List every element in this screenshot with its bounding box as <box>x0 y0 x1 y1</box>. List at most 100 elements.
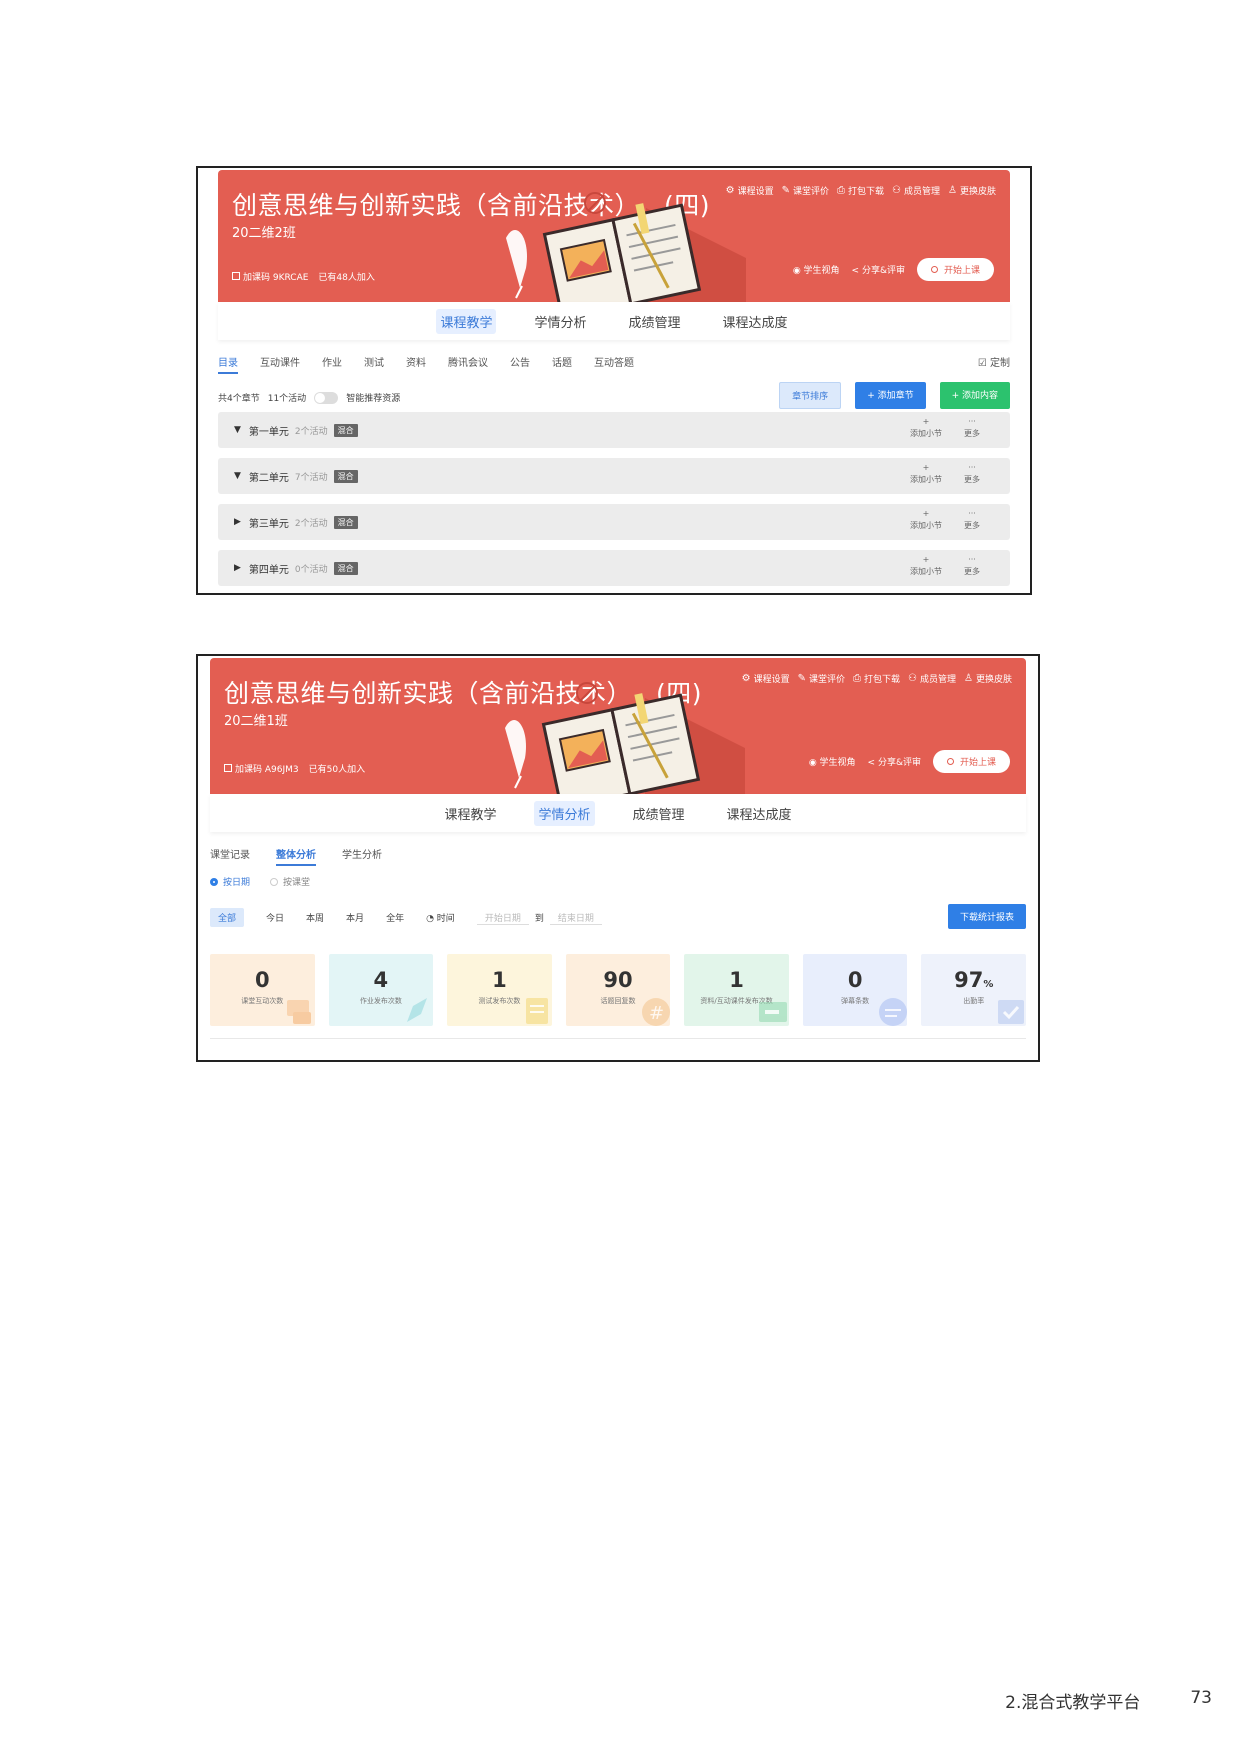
stat-card-materials[interactable]: 1 资料/互动课件发布次数 <box>684 954 789 1026</box>
menu-member-management[interactable]: ⚇ 成员管理 <box>908 672 956 685</box>
interaction-icon <box>286 1000 311 1024</box>
add-chapter-button[interactable]: + 添加章节 <box>855 382 926 409</box>
download-icon: ⎙ <box>837 185 846 196</box>
subtab-announcement[interactable]: 公告 <box>510 354 530 374</box>
subtab-overall-analysis[interactable]: 整体分析 <box>276 846 316 866</box>
start-class-button[interactable]: 开始上课 <box>916 258 994 281</box>
subtab-interactive-quiz[interactable]: 互动答题 <box>594 354 634 374</box>
expand-icon[interactable]: ▼ <box>234 425 241 435</box>
date-separator: 到 <box>534 914 544 924</box>
more-button[interactable]: ··· 更多 <box>964 508 980 532</box>
tab-course-achievement[interactable]: 课程达成度 <box>719 309 792 334</box>
subtab-homework[interactable]: 作业 <box>322 354 342 374</box>
stat-card-topic-replies[interactable]: 90 话题回复数 # <box>565 954 671 1026</box>
subtab-tencent-meeting[interactable]: 腾讯会议 <box>448 354 488 374</box>
top-menu: ⚙ 课程设置 ✎ 课堂评价 ⎙ 打包下载 ⚇ 成员管理 ♙ 更换皮肤 <box>742 672 1012 685</box>
stat-card-attendance[interactable]: 97% 出勤率 <box>921 954 1027 1026</box>
unit-actions: + 添加小节 ··· 更多 <box>910 508 980 532</box>
filter-this-month[interactable]: 本月 <box>346 911 364 924</box>
unit-name: 第一单元 <box>248 426 289 438</box>
filter-today[interactable]: 今日 <box>266 911 284 924</box>
more-button[interactable]: ··· 更多 <box>964 416 980 440</box>
main-tabs: 课程教学 学情分析 成绩管理 课程达成度 <box>218 302 1010 340</box>
customize-button[interactable]: ☑ 定制 <box>978 354 1010 369</box>
eye-icon: ◉ <box>792 266 804 276</box>
add-section-button[interactable]: + 添加小节 <box>910 416 942 440</box>
subtab-student-analysis[interactable]: 学生分析 <box>342 846 382 866</box>
stat-card-tests[interactable]: 1 测试发布次数 <box>447 954 552 1026</box>
start-date-input[interactable]: 开始日期 <box>476 911 529 925</box>
catalog-actions: 章节排序 + 添加章节 + 添加内容 <box>779 382 1010 409</box>
download-report-button[interactable]: 下载统计报表 <box>947 904 1026 929</box>
tab-learning-analysis[interactable]: 学情分析 <box>534 800 595 826</box>
add-section-button[interactable]: + 添加小节 <box>910 554 942 578</box>
subtab-interactive-courseware[interactable]: 互动课件 <box>260 354 300 374</box>
chapter-order-button[interactable]: 章节排序 <box>779 382 842 409</box>
add-section-button[interactable]: + 添加小节 <box>910 462 942 486</box>
top-menu: ⚙ 课程设置 ✎ 课堂评价 ⎙ 打包下载 ⚇ 成员管理 ♙ 更换皮肤 <box>726 184 996 197</box>
course-banner: 创意思维与创新实践（含前沿技术） (四) 20二维2班 加课码 9KRCAE 已有… <box>218 170 1010 302</box>
menu-package-download[interactable]: ⎙ 打包下载 <box>837 184 884 197</box>
stat-card-danmaku[interactable]: 0 弹幕条数 <box>802 954 908 1026</box>
end-date-input[interactable]: 结束日期 <box>549 911 602 925</box>
stat-value: 1 <box>729 968 744 992</box>
svg-text:#: # <box>649 1003 664 1024</box>
share-icon: < <box>867 758 878 768</box>
unit-row[interactable]: ▼ 第一单元 2个活动 混合 + 添加小节 ··· 更多 <box>218 412 1010 448</box>
menu-member-management[interactable]: ⚇ 成员管理 <box>892 184 940 197</box>
smart-recommend-toggle[interactable] <box>314 391 339 404</box>
share-icon: < <box>851 266 862 276</box>
calendar-check-icon <box>998 1000 1025 1024</box>
expand-icon[interactable]: ▼ <box>234 471 241 481</box>
subtab-catalog[interactable]: 目录 <box>218 354 238 374</box>
tab-grade-management[interactable]: 成绩管理 <box>625 309 685 334</box>
tab-learning-analysis[interactable]: 学情分析 <box>530 309 590 334</box>
tab-grade-management[interactable]: 成绩管理 <box>629 801 689 826</box>
tab-course-teaching[interactable]: 课程教学 <box>440 801 500 826</box>
play-icon <box>946 758 954 765</box>
start-class-button[interactable]: 开始上课 <box>932 750 1010 773</box>
more-button[interactable]: ··· 更多 <box>964 554 980 578</box>
filter-full-year[interactable]: 全年 <box>386 911 404 924</box>
activity-count: 11个活动 <box>267 394 307 404</box>
stat-card-class-interactions[interactable]: 0 课堂互动次数 <box>210 954 315 1026</box>
subtab-test[interactable]: 测试 <box>364 354 384 374</box>
content-divider <box>210 1038 1026 1059</box>
menu-course-settings[interactable]: ⚙ 课程设置 <box>742 672 790 685</box>
subtab-materials[interactable]: 资料 <box>406 354 426 374</box>
more-icon: ··· <box>968 555 976 564</box>
menu-change-skin[interactable]: ♙ 更换皮肤 <box>948 184 996 197</box>
radio-by-date[interactable]: 按日期 <box>210 875 250 888</box>
filter-all[interactable]: 全部 <box>210 908 245 927</box>
unit-row[interactable]: ▶ 第四单元 0个活动 混合 + 添加小节 ··· 更多 <box>218 550 1010 586</box>
add-content-button[interactable]: + 添加内容 <box>939 382 1010 409</box>
stat-value: 90 <box>603 968 633 992</box>
expand-icon[interactable]: ▶ <box>234 563 241 573</box>
student-view-link[interactable]: ◉ 学生视角 <box>809 755 856 768</box>
filter-this-week[interactable]: 本周 <box>306 911 324 924</box>
menu-course-settings[interactable]: ⚙ 课程设置 <box>726 184 774 197</box>
menu-package-download[interactable]: ⎙ 打包下载 <box>853 672 900 685</box>
more-button[interactable]: ··· 更多 <box>964 462 980 486</box>
menu-change-skin[interactable]: ♙ 更换皮肤 <box>964 672 1012 685</box>
stat-card-homework[interactable]: 4 作业发布次数 <box>328 954 434 1026</box>
share-review-link[interactable]: < 分享&评审 <box>852 263 905 276</box>
share-review-link[interactable]: < 分享&评审 <box>868 755 921 768</box>
unit-badge: 混合 <box>333 423 358 437</box>
unit-row[interactable]: ▼ 第二单元 7个活动 混合 + 添加小节 ··· 更多 <box>218 458 1010 494</box>
add-section-button[interactable]: + 添加小节 <box>910 508 942 532</box>
subtab-class-records[interactable]: 课堂记录 <box>210 846 250 866</box>
menu-class-evaluation[interactable]: ✎ 课堂评价 <box>798 672 845 685</box>
unit-name: 第三单元 <box>248 518 289 530</box>
tab-course-achievement[interactable]: 课程达成度 <box>723 801 796 826</box>
radio-by-class[interactable]: 按课堂 <box>270 875 310 888</box>
expand-icon[interactable]: ▶ <box>234 517 241 527</box>
menu-class-evaluation[interactable]: ✎ 课堂评价 <box>782 184 829 197</box>
course-screenshot-analysis: 创意思维与创新实践（含前沿技术） (四) 20二维1班 加课码 A96JM3 已有… <box>196 654 1040 1062</box>
unit-row[interactable]: ▶ 第三单元 2个活动 混合 + 添加小节 ··· 更多 <box>218 504 1010 540</box>
student-view-link[interactable]: ◉ 学生视角 <box>793 263 840 276</box>
subtab-topic[interactable]: 话题 <box>552 354 572 374</box>
tab-course-teaching[interactable]: 课程教学 <box>436 308 497 334</box>
stat-value: 0 <box>847 968 863 992</box>
bottom-menu: ◉ 学生视角 < 分享&评审 开始上课 <box>793 258 994 281</box>
